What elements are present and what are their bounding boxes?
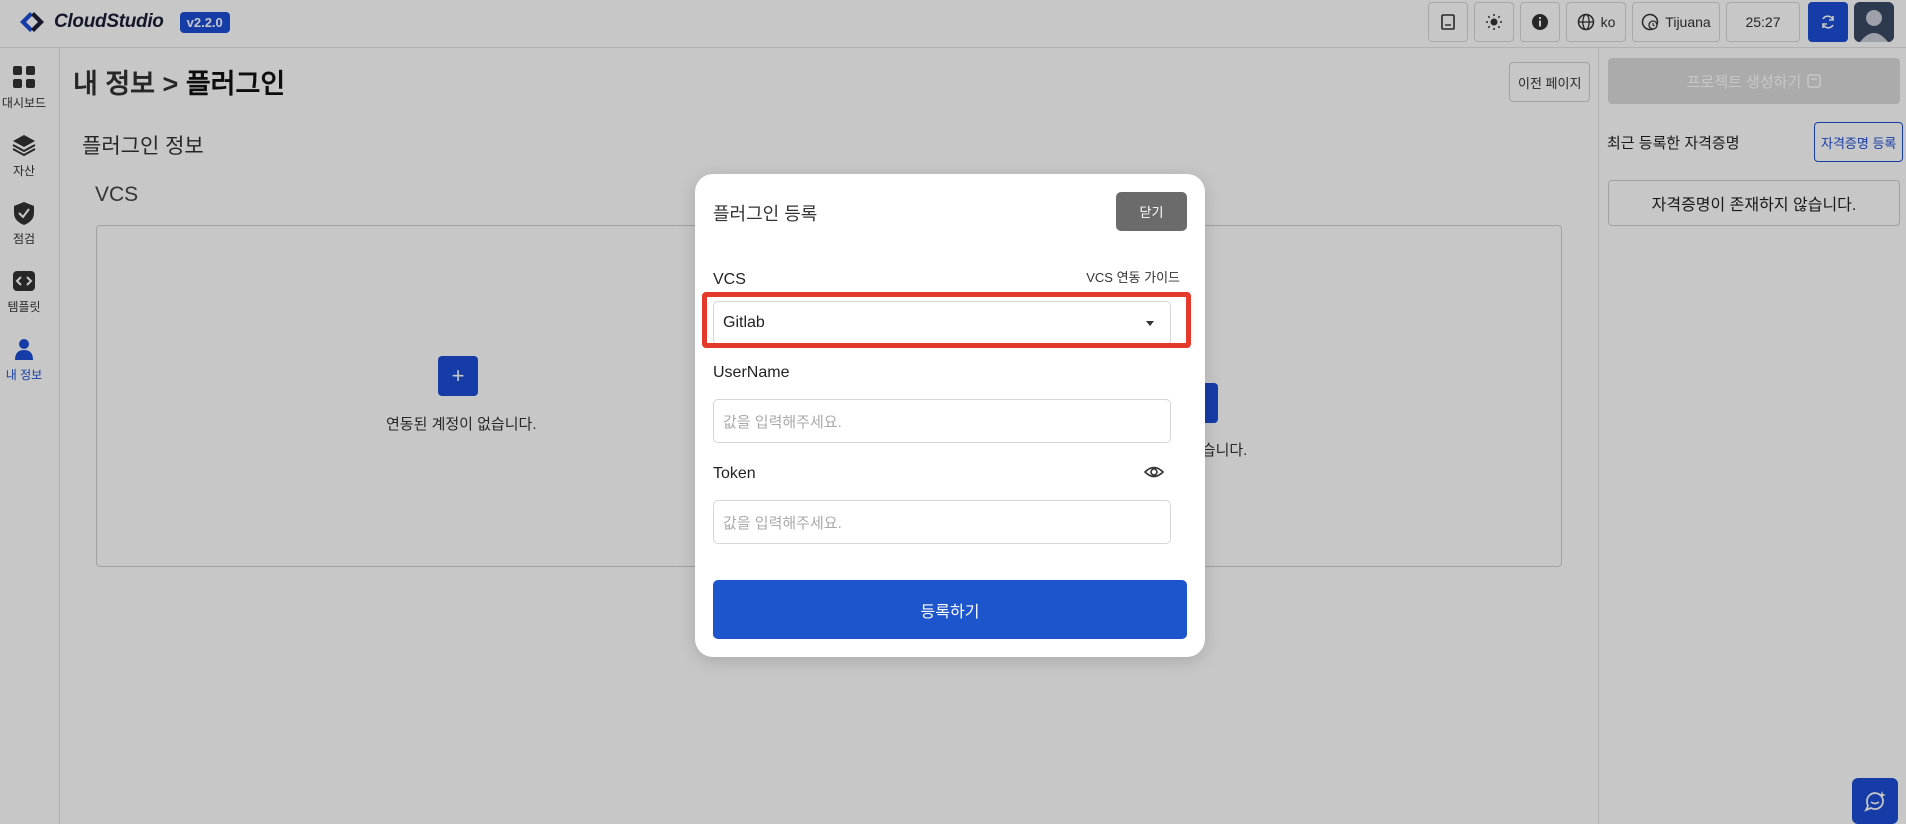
modal-title: 플러그인 등록 [713, 204, 818, 224]
eye-icon[interactable] [1144, 462, 1164, 482]
vcs-label: VCS [713, 271, 746, 288]
plugin-register-modal: 플러그인 등록 닫기 VCS VCS 연동 가이드 Gitlab UserNam… [695, 174, 1205, 657]
highlight-box [702, 292, 1191, 348]
token-label: Token [713, 465, 756, 482]
token-input[interactable]: 값을 입력해주세요. [713, 500, 1171, 544]
vcs-guide-link[interactable]: VCS 연동 가이드 [1086, 267, 1180, 286]
username-label: UserName [713, 364, 790, 381]
username-input[interactable]: 값을 입력해주세요. [713, 399, 1171, 443]
register-button[interactable]: 등록하기 [713, 580, 1187, 639]
close-button[interactable]: 닫기 [1116, 192, 1187, 231]
